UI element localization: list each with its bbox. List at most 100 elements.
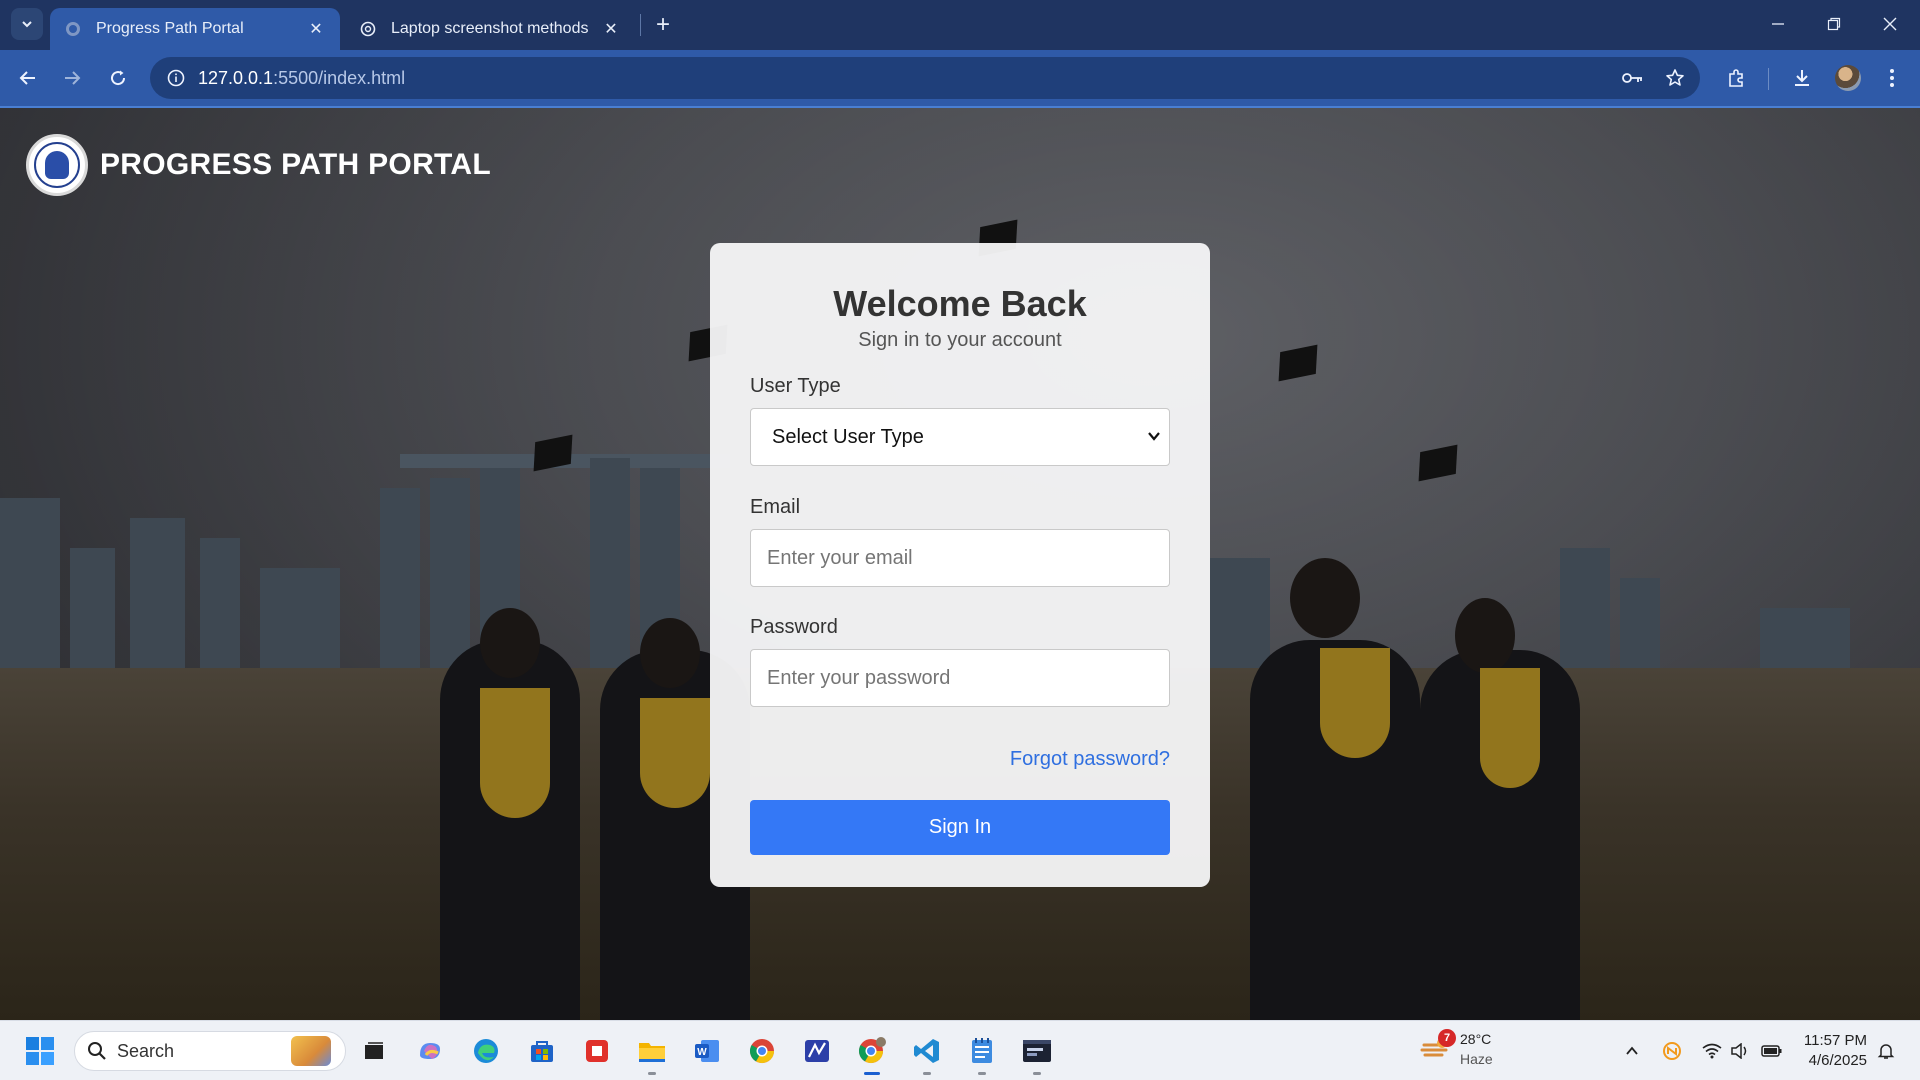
- kebab-menu-icon: [1890, 69, 1894, 87]
- microsoft-store-button[interactable]: [522, 1031, 562, 1071]
- file-explorer-button[interactable]: [632, 1031, 672, 1075]
- vscode-button[interactable]: [907, 1031, 947, 1075]
- minimize-button[interactable]: [1750, 0, 1806, 48]
- tab-title: Progress Path Portal: [96, 20, 244, 37]
- notifications-button[interactable]: [1874, 1039, 1898, 1063]
- running-indicator: [1033, 1072, 1041, 1075]
- close-icon: [1883, 17, 1897, 31]
- user-type-select[interactable]: Select User Type: [750, 408, 1170, 466]
- browser-menu-button[interactable]: [1874, 60, 1910, 96]
- search-icon: [88, 1042, 106, 1060]
- notepad-icon: [972, 1038, 992, 1063]
- arrow-left-icon: [19, 71, 35, 85]
- weather-description: Haze: [1460, 1051, 1493, 1067]
- show-hidden-icons-button[interactable]: [1620, 1039, 1644, 1063]
- taskbar-search[interactable]: Search: [74, 1031, 346, 1071]
- chrome-icon: [749, 1039, 774, 1064]
- norton-icon: [1663, 1042, 1681, 1060]
- wifi-icon: [1702, 1043, 1722, 1059]
- start-button[interactable]: [20, 1031, 60, 1071]
- clock-date: 4/6/2025: [1808, 1052, 1867, 1069]
- terminal-button[interactable]: [1017, 1031, 1057, 1075]
- browser-toolbar: 127.0.0.1:5500/index.html: [0, 50, 1920, 108]
- wifi-button[interactable]: [1700, 1039, 1724, 1063]
- arrow-right-icon: [65, 71, 81, 85]
- browser-tab-bar: Progress Path Portal ✕ Laptop screenshot…: [0, 0, 1920, 50]
- task-view-button[interactable]: [354, 1031, 394, 1071]
- svg-text:W: W: [697, 1047, 707, 1058]
- avatar: [1835, 65, 1861, 91]
- chrome-profile-button[interactable]: [852, 1031, 892, 1075]
- chrome-button[interactable]: [742, 1031, 782, 1071]
- bell-icon: [1877, 1044, 1895, 1059]
- media-app-button[interactable]: [577, 1031, 617, 1071]
- downloads-button[interactable]: [1784, 60, 1820, 96]
- file-explorer-icon: [639, 1043, 665, 1062]
- math-app-button[interactable]: [797, 1031, 837, 1071]
- clock-time: 11:57 PM: [1803, 1032, 1867, 1049]
- vscode-icon: [914, 1039, 939, 1063]
- sign-in-button[interactable]: Sign In: [750, 800, 1170, 855]
- forgot-password-link[interactable]: Forgot password?: [1010, 748, 1170, 771]
- task-view-icon: [365, 1042, 383, 1059]
- weather-widget[interactable]: 7 28°C Haze: [1420, 1029, 1493, 1069]
- weather-temperature: 28°C: [1460, 1031, 1492, 1047]
- edge-icon: [474, 1039, 498, 1063]
- copilot-icon: [420, 1043, 440, 1059]
- volume-icon: [1731, 1043, 1747, 1059]
- page-viewport: PROGRESS PATH PORTAL Welcome Back Sign i…: [0, 108, 1920, 1020]
- globe-icon: [64, 20, 82, 38]
- profile-avatar-button[interactable]: [1830, 60, 1866, 96]
- password-field[interactable]: [750, 649, 1170, 707]
- active-indicator: [864, 1072, 880, 1075]
- restore-icon: [1827, 17, 1841, 31]
- windows-taskbar: Search W 7 28°C Haze 11:57 PM 4/6/2025: [0, 1020, 1920, 1080]
- email-label: Email: [750, 496, 801, 518]
- terminal-icon: [1023, 1040, 1051, 1062]
- password-key-icon[interactable]: [1616, 57, 1650, 99]
- close-tab-icon[interactable]: ✕: [306, 19, 326, 39]
- bookmark-star-icon[interactable]: [1658, 57, 1692, 99]
- background-cap: [1278, 344, 1318, 382]
- url-path: :5500/index.html: [273, 67, 406, 88]
- download-icon: [1795, 70, 1809, 86]
- back-button[interactable]: [10, 60, 46, 96]
- address-bar[interactable]: 127.0.0.1:5500/index.html: [150, 57, 1700, 99]
- norton-tray-button[interactable]: [1660, 1039, 1684, 1063]
- new-tab-button[interactable]: +: [648, 10, 678, 40]
- chevron-up-icon: [1626, 1046, 1638, 1055]
- battery-button[interactable]: [1760, 1039, 1784, 1063]
- puzzle-icon: [1729, 69, 1743, 87]
- site-info-icon[interactable]: [164, 66, 188, 90]
- url-host: 127.0.0.1: [198, 67, 274, 88]
- tab-title: Laptop screenshot methods: [391, 20, 589, 37]
- running-indicator: [923, 1072, 931, 1075]
- url-text: 127.0.0.1:5500/index.html: [198, 68, 405, 89]
- close-window-button[interactable]: [1862, 0, 1918, 48]
- notepad-button[interactable]: [962, 1031, 1002, 1075]
- weather-alert-badge: 7: [1438, 1029, 1456, 1047]
- tab-separator: [640, 14, 641, 36]
- word-button[interactable]: W: [687, 1031, 727, 1071]
- running-indicator: [648, 1072, 656, 1075]
- tab-laptop-screenshot-methods[interactable]: Laptop screenshot methods ✕: [345, 8, 635, 50]
- email-field[interactable]: [750, 529, 1170, 587]
- word-icon: W: [695, 1040, 719, 1062]
- university-logo[interactable]: [26, 134, 88, 196]
- minimize-icon: [1772, 23, 1784, 25]
- copilot-button[interactable]: [410, 1031, 450, 1071]
- restore-button[interactable]: [1806, 0, 1862, 48]
- reload-icon: [111, 70, 126, 86]
- close-tab-icon[interactable]: ✕: [601, 19, 621, 39]
- system-clock[interactable]: 11:57 PM 4/6/2025: [1795, 1031, 1867, 1071]
- volume-button[interactable]: [1728, 1039, 1752, 1063]
- tab-progress-path-portal[interactable]: Progress Path Portal ✕: [50, 8, 340, 50]
- forward-button[interactable]: [54, 60, 90, 96]
- media-icon: [586, 1040, 608, 1062]
- reload-button[interactable]: [100, 60, 136, 96]
- extensions-button[interactable]: [1718, 60, 1754, 96]
- math-icon: [805, 1040, 829, 1062]
- tab-search-button[interactable]: [11, 8, 43, 40]
- weather-icon: 7: [1420, 1029, 1456, 1065]
- edge-button[interactable]: [466, 1031, 506, 1071]
